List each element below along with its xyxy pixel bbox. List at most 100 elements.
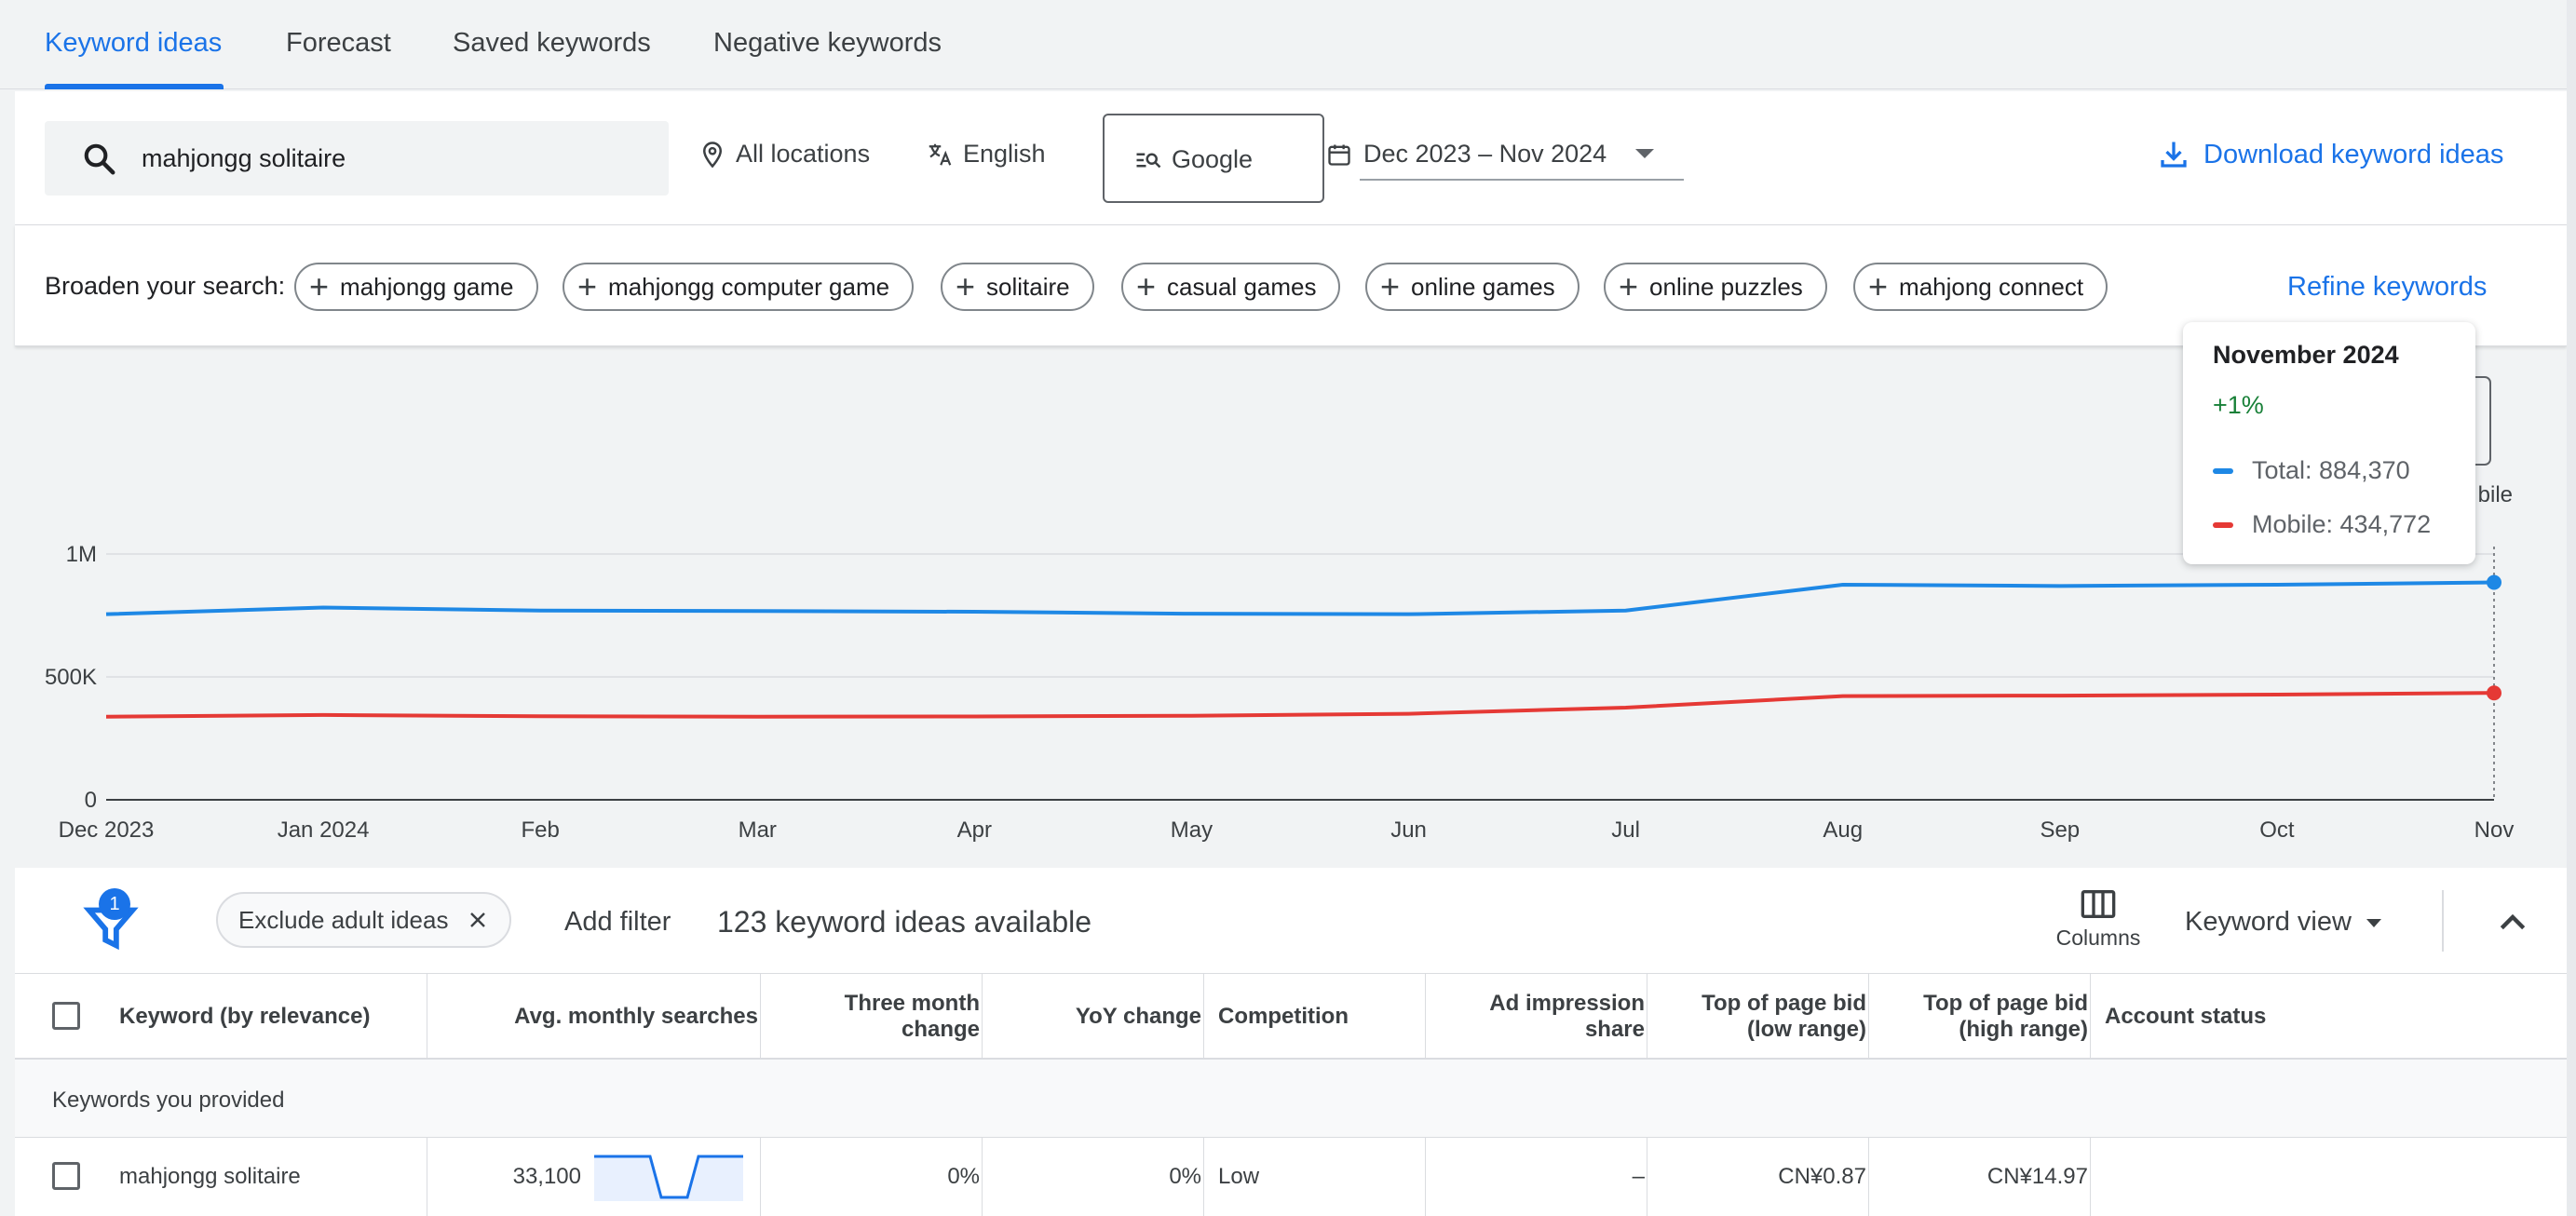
table-header: Keyword (by relevance) Avg. monthly sear… <box>15 974 2567 1060</box>
keyword-table: Keyword (by relevance) Avg. monthly sear… <box>15 974 2567 1216</box>
column-divider <box>1425 1138 1426 1216</box>
cell-bid-high: CN¥14.97 <box>1986 1164 2088 1189</box>
data-point-total <box>2487 574 2501 590</box>
column-divider <box>982 1138 983 1216</box>
scrollbar-track[interactable] <box>2567 0 2576 1216</box>
columns-button[interactable]: Columns <box>2047 888 2149 951</box>
table-row[interactable]: mahjongg solitaire 33,100 0% 0% Low – CN… <box>15 1138 2567 1216</box>
trend-sparkline <box>594 1155 743 1201</box>
total-swatch <box>2213 467 2233 474</box>
header-line: Top of page bid <box>1702 991 1866 1016</box>
header-top-bid-high[interactable]: Top of page bid (high range) <box>1883 974 2088 1060</box>
plus-icon: + <box>309 267 330 305</box>
cell-keyword: mahjongg solitaire <box>119 1164 301 1189</box>
close-icon[interactable] <box>467 909 489 931</box>
x-tick-label: Oct <box>2259 817 2295 843</box>
header-avg-monthly-searches[interactable]: Avg. monthly searches <box>441 974 758 1060</box>
broaden-chip[interactable]: + mahjong connect <box>1853 263 2108 311</box>
search-engine-label: Google <box>1172 145 1254 173</box>
x-tick-label: Sep <box>2040 817 2080 843</box>
x-tick-label: Jun <box>1390 817 1427 843</box>
search-engine-selector[interactable]: Google <box>1103 114 1324 203</box>
header-competition[interactable]: Competition <box>1218 974 1423 1060</box>
chip-label: solitaire <box>986 272 1070 301</box>
header-line: change <box>901 1017 980 1042</box>
header-top-bid-low[interactable]: Top of page bid (low range) <box>1661 974 1866 1060</box>
tab-negative-keywords[interactable]: Negative keywords <box>713 28 942 59</box>
plus-icon: + <box>1136 267 1157 305</box>
add-filter-button[interactable]: Add filter <box>564 907 671 938</box>
group-label: Keywords you provided <box>52 1088 285 1113</box>
calendar-icon <box>1328 144 1350 166</box>
chevron-down-icon[interactable] <box>1635 149 1654 158</box>
series-line-total <box>105 580 2495 616</box>
chip-label: casual games <box>1167 272 1317 301</box>
search-input[interactable]: mahjongg solitaire <box>45 121 669 196</box>
header-line: (high range) <box>1959 1017 2088 1042</box>
chip-label: online games <box>1411 272 1555 301</box>
cell-competition: Low <box>1218 1164 1260 1189</box>
filter-bar: 1 Exclude adult ideas Add filter 123 key… <box>15 868 2567 974</box>
select-all-checkbox[interactable] <box>52 1002 80 1030</box>
chevron-up-icon[interactable] <box>2494 903 2531 940</box>
header-line: Three month <box>844 991 980 1016</box>
chip-label: mahjongg game <box>340 272 514 301</box>
x-tick-label: Aug <box>1823 817 1863 843</box>
download-keyword-ideas-button[interactable]: Download keyword ideas <box>2157 138 2503 171</box>
cell-yoy: 0% <box>1169 1164 1201 1189</box>
translate-icon <box>929 143 952 166</box>
row-checkbox[interactable] <box>52 1162 80 1190</box>
location-selector[interactable]: All locations <box>698 140 870 169</box>
broaden-chip[interactable]: + mahjongg computer game <box>563 263 915 311</box>
tab-keyword-ideas[interactable]: Keyword ideas <box>45 28 222 59</box>
cell-account-status <box>2105 1138 2384 1216</box>
x-tick-label: Apr <box>957 817 992 843</box>
chip-label: mahjongg computer game <box>608 272 890 301</box>
tab-saved-keywords[interactable]: Saved keywords <box>453 28 651 59</box>
plus-icon: + <box>1619 267 1639 305</box>
x-tick-label: Jan 2024 <box>278 817 370 843</box>
filter-count-badge: 1 <box>99 888 130 920</box>
date-range-underline <box>1360 179 1684 181</box>
x-tick-label: Dec 2023 <box>59 817 155 843</box>
search-query: mahjongg solitaire <box>142 144 346 172</box>
column-divider <box>2090 1138 2091 1216</box>
language-selector[interactable]: English <box>926 140 1046 169</box>
columns-label: Columns <box>2055 926 2141 950</box>
chart-tooltip: November 2024 +1% Total: 884,370 Mobile:… <box>2183 322 2475 564</box>
keyword-view-dropdown[interactable]: Keyword view <box>2185 907 2383 938</box>
tab-forecast[interactable]: Forecast <box>286 28 391 59</box>
keyword-view-label: Keyword view <box>2185 907 2352 937</box>
header-yoy-change[interactable]: YoY change <box>997 974 1201 1060</box>
chip-label: online puzzles <box>1649 272 1803 301</box>
refine-keywords-button[interactable]: Refine keywords <box>2287 272 2487 303</box>
column-divider <box>1425 974 1426 1060</box>
header-three-month-change[interactable]: Three month change <box>775 974 980 1060</box>
x-tick-label: Jul <box>1611 817 1640 843</box>
column-divider <box>2090 974 2091 1060</box>
broaden-chip[interactable]: + solitaire <box>941 263 1094 311</box>
series-line-mobile <box>105 691 2495 719</box>
header-account-status[interactable]: Account status <box>2105 974 2384 1060</box>
tooltip-title: November 2024 <box>2213 341 2399 369</box>
header-keyword[interactable]: Keyword (by relevance) <box>119 974 427 1060</box>
tooltip-total: Total: 884,370 <box>2252 456 2410 484</box>
y-tick-label: 1M <box>66 542 97 567</box>
column-divider <box>982 974 983 1060</box>
column-divider <box>760 974 761 1060</box>
data-point-mobile <box>2487 685 2501 701</box>
broaden-chip[interactable]: + casual games <box>1121 263 1341 311</box>
date-range-selector[interactable]: Dec 2023 – Nov 2024 <box>1326 140 1607 169</box>
broaden-chip[interactable]: + mahjongg game <box>294 263 538 311</box>
exclude-adult-ideas-chip[interactable]: Exclude adult ideas <box>216 892 512 948</box>
tooltip-total-row: Total: 884,370 <box>2213 456 2410 485</box>
active-tab-indicator <box>45 84 224 89</box>
broaden-label: Broaden your search: <box>45 272 286 300</box>
plus-icon: + <box>577 267 598 305</box>
header-ad-impression-share[interactable]: Ad impression share <box>1440 974 1645 1060</box>
tooltip-mobile: Mobile: 434,772 <box>2252 510 2432 538</box>
broaden-chip[interactable]: + online games <box>1365 263 1579 311</box>
mobile-swatch <box>2213 521 2233 528</box>
broaden-chip[interactable]: + online puzzles <box>1604 263 1827 311</box>
search-icon <box>84 143 115 175</box>
